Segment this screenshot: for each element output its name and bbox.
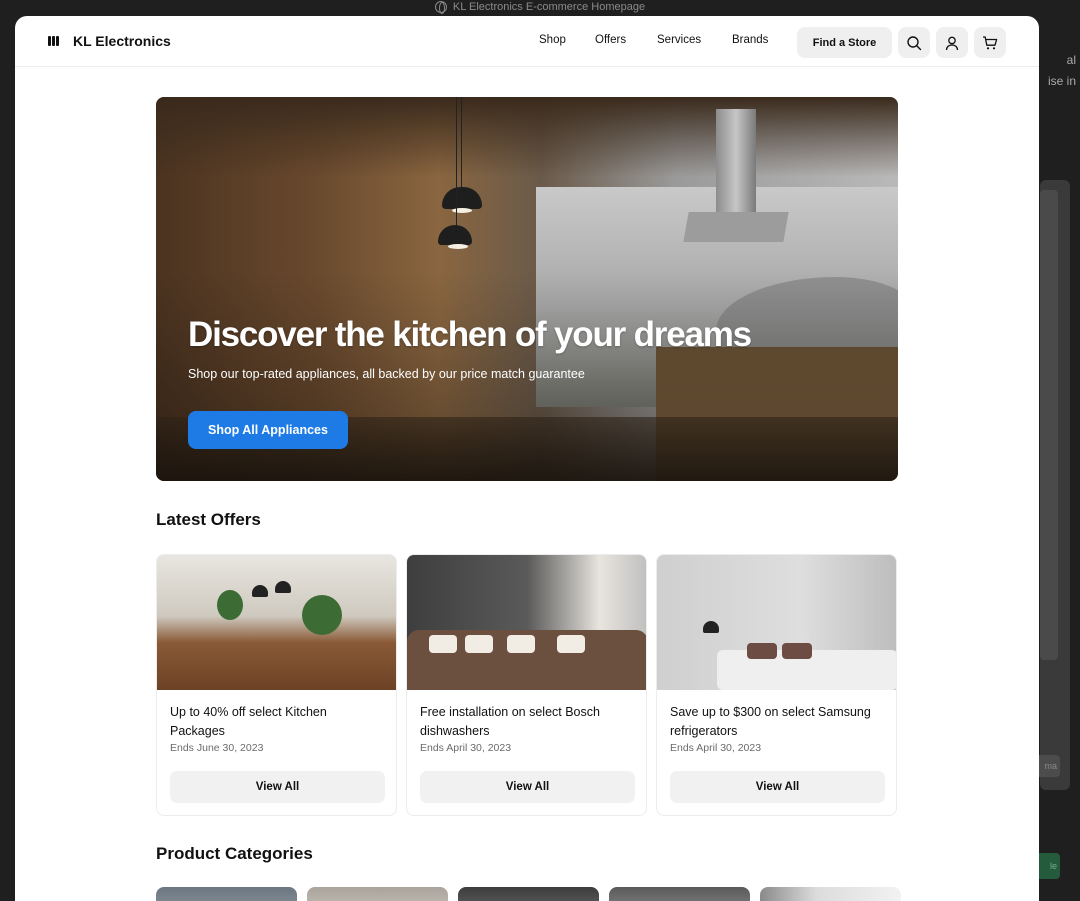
offer-image-bedroom <box>657 555 896 690</box>
category-tile[interactable] <box>458 887 599 901</box>
top-nav: KL Electronics Shop Offers Services Bran… <box>15 16 1039 67</box>
latest-offers-title: Latest Offers <box>156 510 261 529</box>
view-all-button[interactable]: View All <box>420 771 635 803</box>
page-window: KL Electronics Shop Offers Services Bran… <box>15 16 1039 901</box>
category-tile[interactable] <box>760 887 901 901</box>
background-panel-inner <box>1040 190 1058 660</box>
offer-card: Free installation on select Bosch dishwa… <box>406 554 647 816</box>
offer-text: Save up to $300 on select Samsung refrig… <box>670 705 871 738</box>
account-button[interactable] <box>936 27 968 58</box>
offer-date: Ends June 30, 2023 <box>170 742 264 754</box>
cart-icon <box>983 35 998 49</box>
find-store-button[interactable]: Find a Store <box>797 27 892 58</box>
shop-all-appliances-button[interactable]: Shop All Appliances <box>188 411 348 449</box>
hero-banner: Discover the kitchen of your dreams Shop… <box>156 97 898 481</box>
browser-title-bar: KL Electronics E-commerce Homepage <box>0 0 1080 14</box>
view-all-button[interactable]: View All <box>170 771 385 803</box>
offer-text: Up to 40% off select Kitchen Packages <box>170 705 327 738</box>
browser-title: KL Electronics E-commerce Homepage <box>452 1 646 13</box>
cart-button[interactable] <box>974 27 1006 58</box>
globe-icon <box>434 1 447 14</box>
view-all-button[interactable]: View All <box>670 771 885 803</box>
brand-logo-icon <box>47 35 59 47</box>
user-icon <box>945 36 959 50</box>
brand[interactable]: KL Electronics <box>47 33 171 49</box>
menu-item-offers[interactable]: Offers <box>595 34 657 46</box>
offers-list: Up to 40% off select Kitchen Packages En… <box>156 554 898 816</box>
product-categories-title: Product Categories <box>156 844 313 863</box>
offer-card: Save up to $300 on select Samsung refrig… <box>656 554 897 816</box>
category-list <box>156 887 901 901</box>
search-button[interactable] <box>898 27 930 58</box>
main-menu: Shop Offers Services Brands <box>539 34 792 46</box>
offer-image-living-room <box>407 555 646 690</box>
offer-image-kitchen <box>157 555 396 690</box>
hero-title: Discover the kitchen of your dreams <box>188 315 752 354</box>
offer-text: Free installation on select Bosch dishwa… <box>420 705 600 738</box>
category-tile[interactable] <box>307 887 448 901</box>
offer-date: Ends April 30, 2023 <box>670 742 762 754</box>
brand-name: KL Electronics <box>73 33 171 49</box>
search-icon <box>907 35 922 50</box>
menu-item-brands[interactable]: Brands <box>732 34 792 46</box>
hero-subtitle: Shop our top-rated appliances, all backe… <box>188 367 585 381</box>
category-tile[interactable] <box>156 887 297 901</box>
offer-card: Up to 40% off select Kitchen Packages En… <box>156 554 397 816</box>
menu-item-shop[interactable]: Shop <box>539 34 595 46</box>
menu-item-services[interactable]: Services <box>657 34 732 46</box>
offer-date: Ends April 30, 2023 <box>420 742 512 754</box>
category-tile[interactable] <box>609 887 750 901</box>
